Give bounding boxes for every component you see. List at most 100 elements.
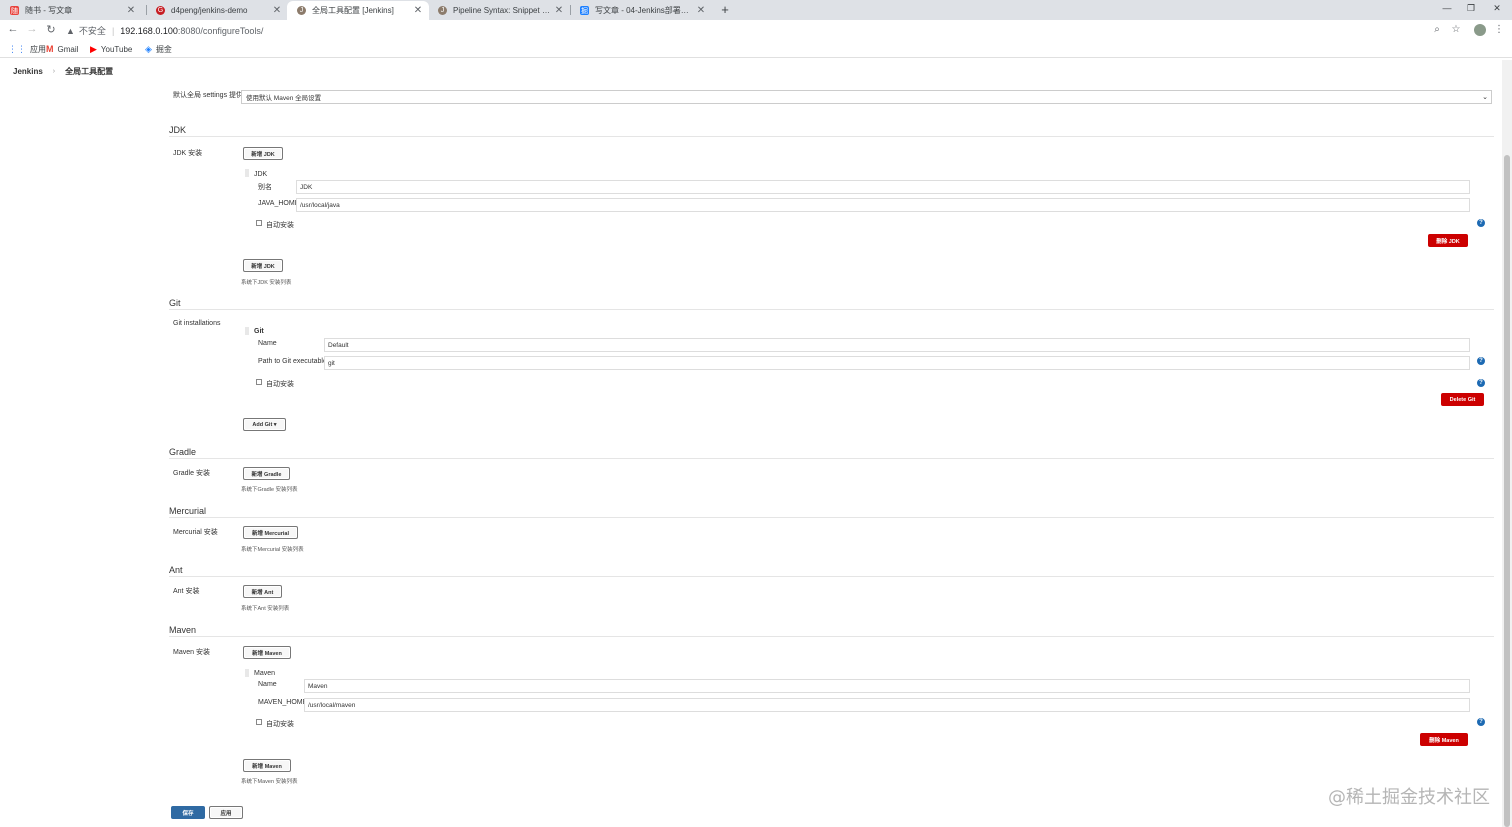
jdk-auto-install-label: 自动安装 (266, 222, 294, 229)
breadcrumb-root[interactable]: Jenkins (13, 67, 43, 76)
git-item-header: Git (254, 328, 264, 335)
save-button[interactable]: 保存 (171, 806, 205, 819)
tab-title: Pipeline Syntax: Snippet Gene (453, 6, 554, 15)
delete-jdk-button[interactable]: 删除 JDK (1428, 234, 1468, 247)
mercurial-install-label: Mercurial 安装 (173, 529, 218, 536)
bookmark-juejin[interactable]: ◈ 掘金 (145, 44, 172, 55)
ant-install-label: Ant 安装 (173, 588, 200, 595)
minimize-icon[interactable]: — (1440, 3, 1454, 13)
reload-icon[interactable]: ↻ (44, 23, 58, 36)
browser-tab[interactable]: 随 随书 - 写文章 ✕ (0, 1, 142, 20)
maven-name-field[interactable]: Maven (304, 679, 1470, 693)
git-name-label: Name (258, 340, 277, 347)
ant-hint: 系统下Ant 安装列表 (241, 606, 290, 612)
jdk-install-label: JDK 安装 (173, 150, 203, 157)
profile-avatar[interactable] (1474, 24, 1486, 36)
git-auto-install-checkbox[interactable] (256, 379, 262, 385)
add-mercurial-button[interactable]: 新增 Mercurial (243, 526, 298, 539)
add-maven-button[interactable]: 新增 Maven (243, 646, 291, 659)
browser-tab-bar: 随 随书 - 写文章 ✕ G d4peng/jenkins-demo ✕ J 全… (0, 0, 1512, 20)
tab-title: 写文章 - 04-Jenkins部署脚本编 (595, 6, 696, 15)
section-title-maven: Maven (169, 625, 197, 635)
java-home-field[interactable]: /usr/local/java (296, 198, 1470, 212)
section-title-git: Git (169, 298, 181, 308)
security-label: 不安全 (78, 26, 106, 36)
breadcrumb-current[interactable]: 全局工具配置 (65, 66, 113, 77)
tab-close-icon[interactable]: ✕ (272, 5, 282, 16)
chevron-down-icon: ⌄ (1482, 94, 1488, 101)
git-auto-install-label: 自动安装 (266, 381, 294, 388)
maven-home-label: MAVEN_HOME (258, 699, 308, 706)
url-host: 192.168.0.100 (120, 25, 178, 36)
section-title-ant: Ant (169, 565, 183, 575)
restore-icon[interactable]: ❐ (1464, 3, 1478, 14)
jdk-item-header: JDK (254, 171, 268, 178)
delete-git-button[interactable]: Delete Git (1441, 393, 1484, 406)
tab-close-icon[interactable]: ✕ (696, 5, 706, 16)
gradle-hint: 系统下Gradle 安装列表 (241, 487, 298, 493)
tab-close-icon[interactable]: ✕ (413, 5, 423, 16)
maven-hint: 系统下Maven 安装列表 (241, 779, 298, 785)
tab-title: 随书 - 写文章 (25, 6, 73, 15)
browser-tab[interactable]: 掘 写文章 - 04-Jenkins部署脚本编 ✕ (570, 1, 712, 20)
add-gradle-button[interactable]: 新增 Gradle (243, 467, 290, 480)
section-title-gradle: Gradle (169, 447, 197, 457)
bookmark-youtube[interactable]: ▶ YouTube (90, 44, 132, 55)
bookmark-apps[interactable]: ⋮⋮ 应用 (8, 44, 46, 55)
tab-close-icon[interactable]: ✕ (126, 5, 136, 16)
forward-icon[interactable]: → (25, 23, 39, 35)
chevron-right-icon: › (52, 67, 56, 75)
git-name-field[interactable]: Default (324, 338, 1470, 352)
tab-favicon-icon: G (156, 6, 165, 15)
breadcrumb: Jenkins › 全局工具配置 (0, 62, 1502, 80)
menu-kebab-icon[interactable]: ⋮ (1492, 24, 1506, 35)
window-close-icon[interactable]: ✕ (1490, 3, 1504, 14)
browser-tab-active[interactable]: J 全局工具配置 [Jenkins] ✕ (287, 1, 429, 20)
drag-handle[interactable] (245, 669, 249, 677)
bookmark-star-icon[interactable]: ☆ (1449, 24, 1463, 35)
add-ant-button[interactable]: 新增 Ant (243, 585, 282, 598)
bookmarks-bar: ⋮⋮ 应用 M Gmail ▶ YouTube ◈ 掘金 (0, 41, 1512, 58)
page-scrollbar[interactable] (1502, 60, 1512, 827)
watermark: @稀土掘金技术社区 (1328, 787, 1490, 808)
back-icon[interactable]: ← (6, 23, 20, 35)
bookmark-gmail[interactable]: M Gmail (46, 44, 78, 54)
address-bar[interactable]: ▲ 不安全 | 192.168.0.100:8080/configureTool… (66, 22, 1490, 39)
delete-maven-button[interactable]: 删除 Maven (1420, 733, 1468, 746)
maven-settings-select[interactable]: 使用默认 Maven 全局设置 ⌄ (241, 90, 1492, 104)
mercurial-hint: 系统下Mercurial 安装列表 (241, 547, 304, 553)
jdk-auto-install-checkbox[interactable] (256, 220, 262, 226)
maven-auto-install-label: 自动安装 (266, 721, 294, 728)
youtube-icon: ▶ (90, 44, 97, 54)
help-icon[interactable]: ? (1477, 357, 1485, 365)
help-icon[interactable]: ? (1477, 219, 1485, 227)
jdk-name-field[interactable]: JDK (296, 180, 1470, 194)
apply-button[interactable]: 应用 (209, 806, 243, 819)
maven-auto-install-checkbox[interactable] (256, 719, 262, 725)
gmail-icon: M (46, 44, 54, 54)
url-path: :8080/configureTools/ (177, 25, 264, 36)
add-jdk-button-bottom[interactable]: 新增 JDK (243, 259, 283, 272)
browser-tab[interactable]: G d4peng/jenkins-demo ✕ (146, 1, 288, 20)
maven-home-field[interactable]: /usr/local/maven (304, 698, 1470, 712)
git-installations-label: Git installations (173, 320, 221, 327)
add-jdk-button[interactable]: 新增 JDK (243, 147, 283, 160)
git-path-field[interactable]: git (324, 356, 1470, 370)
tab-favicon-icon: J (438, 6, 447, 15)
drag-handle[interactable] (245, 327, 249, 335)
zoom-search-icon[interactable]: ⌕ (1430, 24, 1444, 35)
help-icon[interactable]: ? (1477, 718, 1485, 726)
add-maven-button-bottom[interactable]: 新增 Maven (243, 759, 291, 772)
section-title-mercurial: Mercurial (169, 506, 207, 516)
jdk-hint: 系统下JDK 安装列表 (241, 280, 292, 286)
add-git-button[interactable]: Add Git ▾ (243, 418, 286, 431)
tab-close-icon[interactable]: ✕ (554, 5, 564, 16)
drag-handle[interactable] (245, 169, 249, 177)
juejin-icon: ◈ (145, 44, 152, 54)
tab-favicon-icon: J (297, 6, 306, 15)
browser-tab[interactable]: J Pipeline Syntax: Snippet Gene ✕ (428, 1, 570, 20)
help-icon[interactable]: ? (1477, 379, 1485, 387)
tab-title: 全局工具配置 [Jenkins] (312, 6, 394, 15)
warning-icon: ▲ (66, 25, 75, 36)
new-tab-icon[interactable]: + (718, 2, 732, 17)
